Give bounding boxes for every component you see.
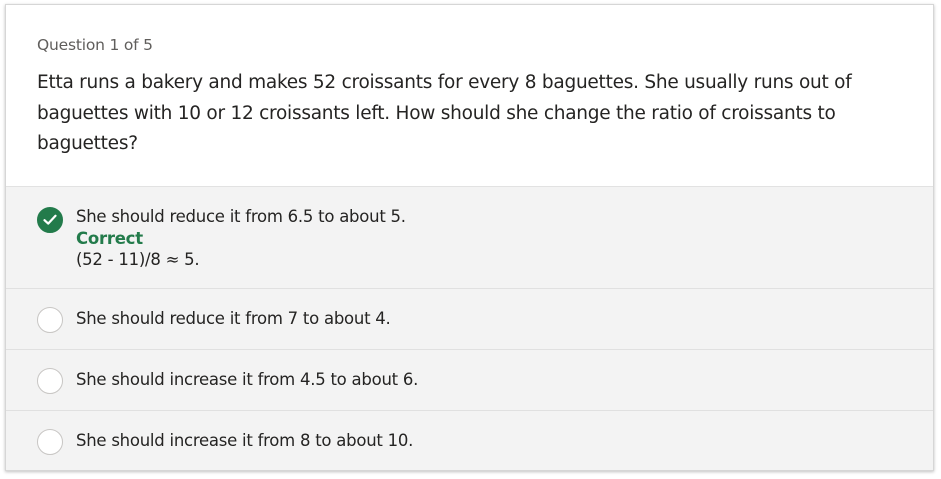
quiz-card: Question 1 of 5 Etta runs a bakery and m…: [5, 4, 934, 471]
answer-option-4[interactable]: She should increase it from 8 to about 1…: [6, 411, 933, 470]
answer-option-1[interactable]: She should reduce it from 6.5 to about 5…: [6, 187, 933, 289]
feedback-correct-label: Correct: [76, 229, 143, 248]
feedback-explanation: (52 - 11)/8 ≈ 5.: [76, 250, 200, 269]
option-label: She should increase it from 4.5 to about…: [76, 370, 419, 389]
radio-button[interactable]: [37, 307, 63, 333]
answer-option-2[interactable]: She should reduce it from 7 to about 4.: [6, 289, 933, 350]
question-counter: Question 1 of 5: [37, 36, 153, 54]
option-label: She should reduce it from 7 to about 4.: [76, 309, 391, 328]
question-text: Etta runs a bakery and makes 52 croissan…: [37, 72, 852, 154]
question-header: Question 1 of 5 Etta runs a bakery and m…: [6, 5, 933, 187]
option-label: She should increase it from 8 to about 1…: [76, 431, 414, 450]
radio-button[interactable]: [37, 368, 63, 394]
correct-check-icon: [37, 207, 63, 233]
radio-button[interactable]: [37, 429, 63, 455]
option-label: She should reduce it from 6.5 to about 5…: [76, 207, 406, 226]
answer-option-3[interactable]: She should increase it from 4.5 to about…: [6, 350, 933, 411]
